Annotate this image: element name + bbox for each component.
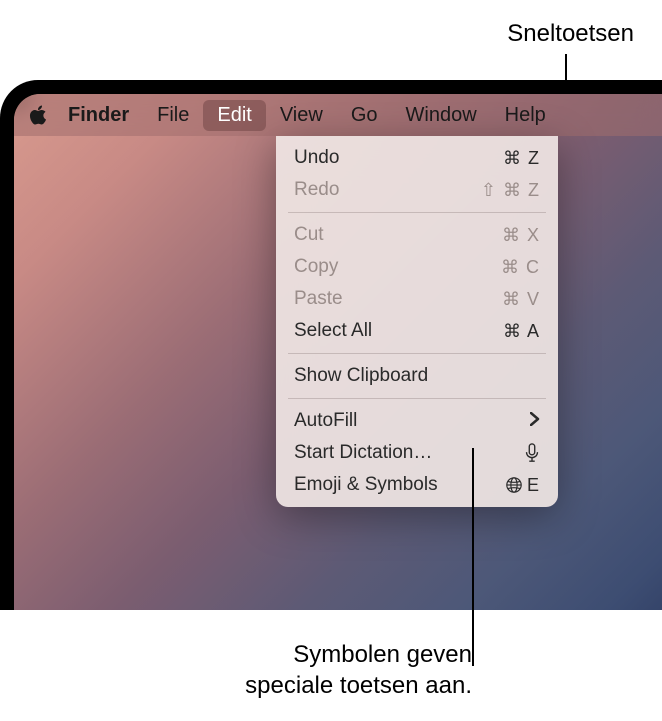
- menu-edit[interactable]: Edit: [203, 100, 265, 131]
- menu-label: AutoFill: [294, 410, 357, 432]
- callout-line1: Symbolen geven: [245, 639, 472, 670]
- callout-shortcuts: Sneltoetsen: [507, 20, 634, 48]
- shortcut-text: ⌘ Z: [503, 148, 540, 169]
- edit-dropdown-menu: Undo ⌘ Z Redo ⇧ ⌘ Z Cut ⌘ X Copy ⌘ C Pa: [276, 136, 558, 507]
- menu-label: Cut: [294, 224, 324, 246]
- shortcut-text: ⇧ ⌘ Z: [481, 180, 540, 201]
- menu-item-undo[interactable]: Undo ⌘ Z: [276, 142, 558, 174]
- globe-icon: [505, 476, 523, 494]
- menu-file[interactable]: File: [143, 100, 203, 131]
- laptop-bezel: Finder File Edit View Go Window Help Und…: [0, 80, 662, 610]
- callout-line2: speciale toetsen aan.: [245, 670, 472, 701]
- menu-item-copy: Copy ⌘ C: [276, 251, 558, 283]
- menu-item-paste: Paste ⌘ V: [276, 283, 558, 315]
- microphone-icon: [524, 443, 540, 463]
- shortcut-text: ⌘ X: [502, 225, 540, 246]
- menu-separator: [288, 398, 546, 399]
- desktop-screen: Finder File Edit View Go Window Help Und…: [14, 94, 662, 610]
- screen-container: Finder File Edit View Go Window Help Und…: [0, 80, 662, 610]
- menu-label: Redo: [294, 179, 339, 201]
- menu-label: Start Dictation…: [294, 442, 432, 464]
- callout-symbols: Symbolen geven speciale toetsen aan.: [245, 639, 472, 701]
- menu-label: Copy: [294, 256, 338, 278]
- menu-view[interactable]: View: [266, 100, 337, 131]
- chevron-right-icon: [530, 412, 540, 431]
- menu-label: Undo: [294, 147, 339, 169]
- apple-menu-icon[interactable]: [22, 104, 54, 126]
- shortcut-text: ⌘ C: [501, 257, 540, 278]
- menu-item-select-all[interactable]: Select All ⌘ A: [276, 315, 558, 347]
- menu-separator: [288, 353, 546, 354]
- menu-window[interactable]: Window: [392, 100, 491, 131]
- menu-go[interactable]: Go: [337, 100, 392, 131]
- shortcut-text: ⌘ V: [502, 289, 540, 310]
- menu-item-emoji[interactable]: Emoji & Symbols E: [276, 469, 558, 501]
- menu-separator: [288, 212, 546, 213]
- menu-label: Paste: [294, 288, 343, 310]
- menu-label: Emoji & Symbols: [294, 474, 438, 496]
- menu-item-autofill[interactable]: AutoFill: [276, 405, 558, 437]
- menu-item-cut: Cut ⌘ X: [276, 219, 558, 251]
- menu-help[interactable]: Help: [491, 100, 560, 131]
- menu-item-show-clipboard[interactable]: Show Clipboard: [276, 360, 558, 392]
- menu-label: Select All: [294, 320, 372, 342]
- callout-line: [472, 448, 474, 666]
- menu-item-dictation[interactable]: Start Dictation…: [276, 437, 558, 469]
- shortcut-text: E: [505, 475, 540, 496]
- shortcut-text: ⌘ A: [503, 321, 540, 342]
- menu-label: Show Clipboard: [294, 365, 428, 387]
- menu-app-name[interactable]: Finder: [54, 100, 143, 131]
- menubar: Finder File Edit View Go Window Help: [14, 94, 662, 136]
- menu-item-redo: Redo ⇧ ⌘ Z: [276, 174, 558, 206]
